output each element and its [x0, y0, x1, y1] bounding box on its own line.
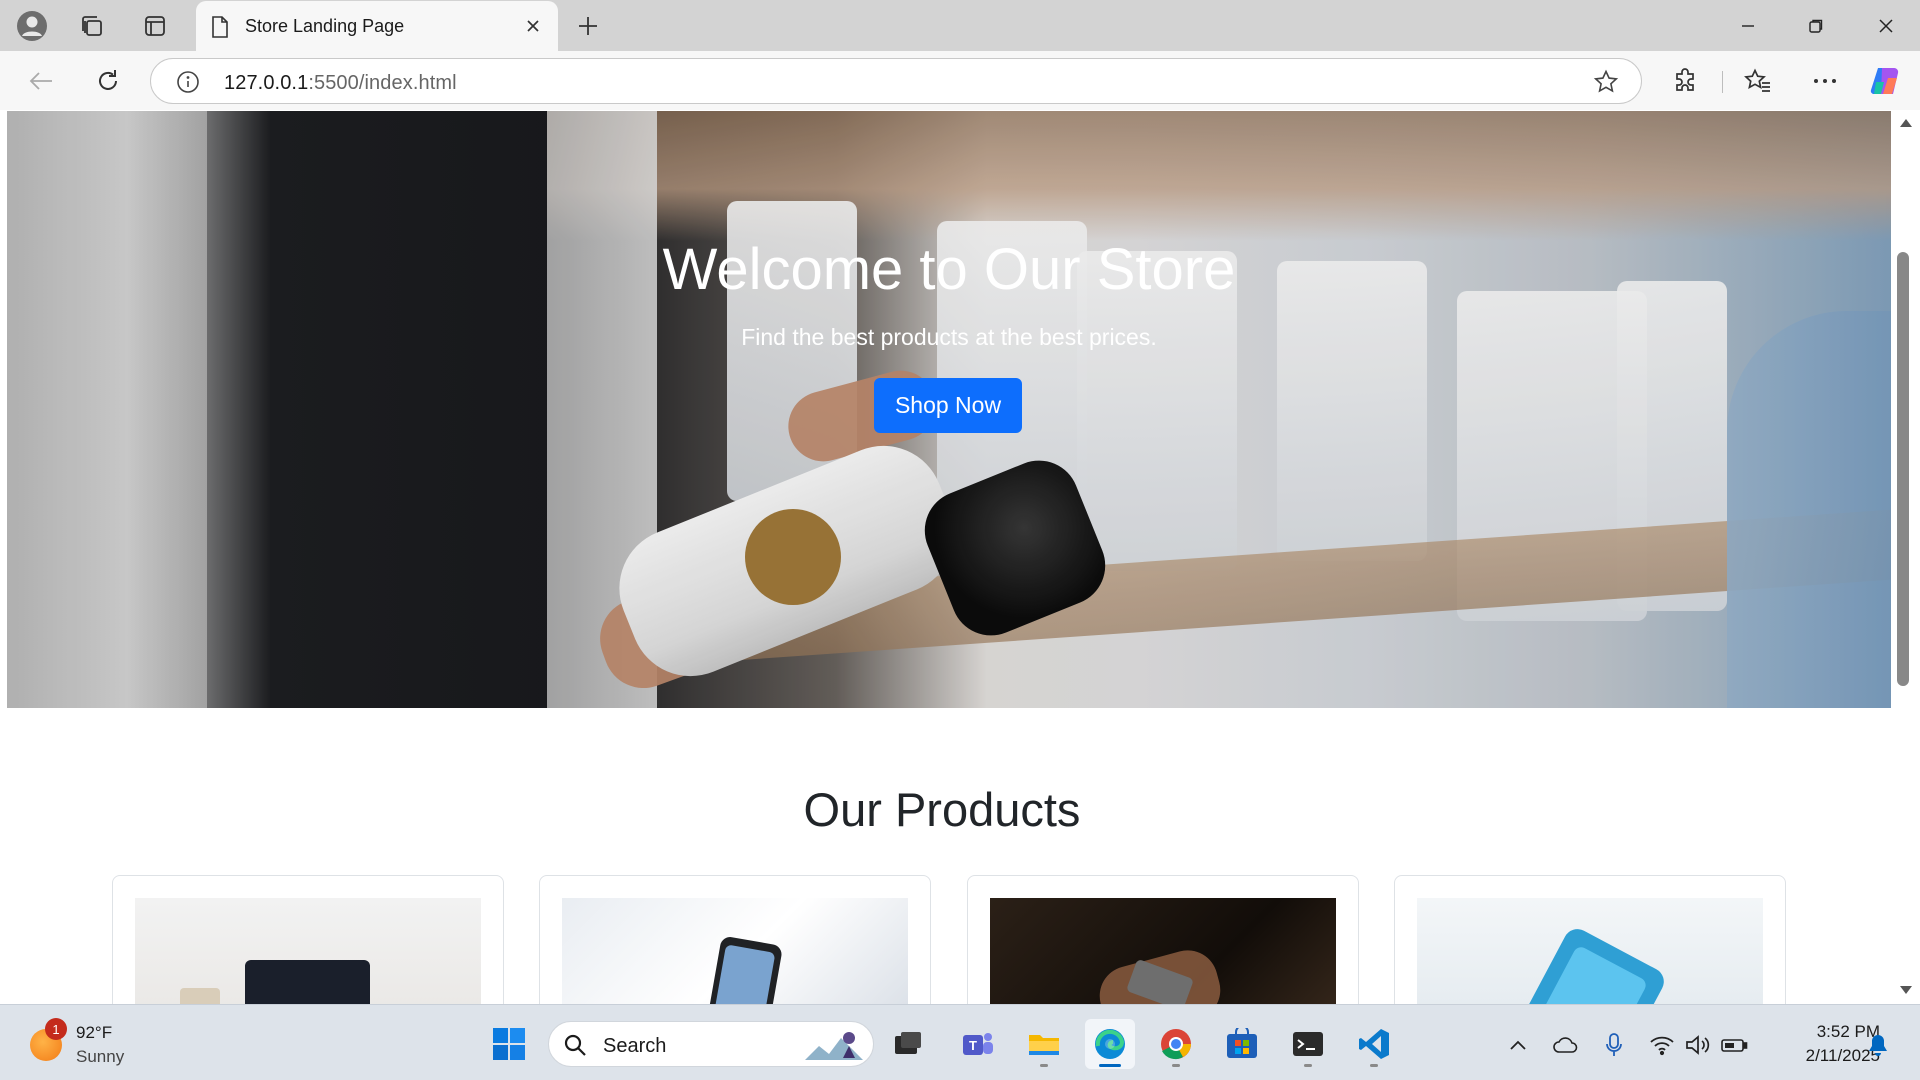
browser-toolbar: 127.0.0.1:5500/index.html: [0, 51, 1920, 110]
collections-icon[interactable]: [74, 8, 110, 44]
vscode-app-icon[interactable]: [1349, 1019, 1399, 1069]
running-indicator: [1040, 1064, 1048, 1067]
task-view-button[interactable]: [883, 1019, 933, 1069]
product-image-smartphone[interactable]: [1417, 898, 1763, 1004]
edge-app-icon[interactable]: [1085, 1019, 1135, 1069]
site-info-icon[interactable]: [176, 70, 200, 99]
weather-badge: 1: [45, 1018, 67, 1040]
restore-button[interactable]: [1782, 0, 1850, 51]
refresh-button[interactable]: [89, 62, 127, 100]
taskbar-search[interactable]: Search: [548, 1021, 874, 1067]
weather-condition[interactable]: Sunny: [76, 1047, 124, 1067]
product-card[interactable]: [112, 875, 504, 1004]
product-image-phone-in-hand[interactable]: [562, 898, 908, 1004]
scroll-down-arrow-icon[interactable]: [1899, 983, 1913, 997]
running-indicator: [1172, 1064, 1180, 1067]
product-card[interactable]: [967, 875, 1359, 1004]
scrollbar-thumb[interactable]: [1897, 252, 1909, 686]
notification-bell-icon[interactable]: [1864, 1031, 1892, 1059]
url-path: :5500/index.html: [308, 72, 457, 94]
hero-banner: Welcome to Our Store Find the best produ…: [7, 111, 1891, 708]
teams-app-icon[interactable]: T: [953, 1019, 1003, 1069]
windows-taskbar: 1 92°F Sunny Search T 3:52 PM 2/11/2025: [0, 1004, 1920, 1080]
page-scrollbar[interactable]: [1891, 110, 1920, 1004]
terminal-app-icon[interactable]: [1283, 1019, 1333, 1069]
search-highlight-illustration-icon: [805, 1032, 863, 1060]
search-label: Search: [603, 1035, 667, 1057]
back-button[interactable]: [22, 62, 60, 100]
product-card[interactable]: [1394, 875, 1786, 1004]
chevron-up-icon[interactable]: [1504, 1031, 1532, 1059]
microphone-icon[interactable]: [1600, 1031, 1628, 1059]
page-viewport: Welcome to Our Store Find the best produ…: [0, 110, 1920, 1004]
volume-icon[interactable]: [1684, 1031, 1712, 1059]
active-indicator: [1099, 1064, 1121, 1067]
shop-now-button[interactable]: Shop Now: [874, 378, 1022, 433]
tab-title: Store Landing Page: [245, 16, 405, 36]
address-bar[interactable]: 127.0.0.1:5500/index.html: [150, 58, 1642, 104]
weather-temperature[interactable]: 92°F: [76, 1023, 112, 1043]
close-tab-icon[interactable]: [516, 9, 550, 43]
tab-store-landing-page[interactable]: Store Landing Page: [196, 1, 558, 51]
url-host: 127.0.0.1: [224, 72, 309, 94]
favorites-icon[interactable]: [1739, 62, 1777, 100]
svg-text:T: T: [969, 1038, 977, 1053]
close-window-button[interactable]: [1852, 0, 1920, 51]
document-icon: [210, 15, 230, 44]
tab-actions-icon[interactable]: [137, 8, 173, 44]
running-indicator: [1370, 1064, 1378, 1067]
running-indicator: [1304, 1064, 1312, 1067]
minimize-button[interactable]: [1714, 0, 1782, 51]
product-image-phone-dark[interactable]: [990, 898, 1336, 1004]
url-text: 127.0.0.1:5500/index.html: [224, 72, 457, 95]
product-card[interactable]: [539, 875, 931, 1004]
battery-icon[interactable]: [1720, 1031, 1748, 1059]
profile-icon[interactable]: [14, 8, 50, 44]
copilot-icon[interactable]: [1866, 62, 1904, 100]
hero-title: Welcome to Our Store: [662, 237, 1236, 302]
search-icon: [563, 1033, 587, 1062]
onedrive-cloud-icon[interactable]: [1552, 1031, 1580, 1059]
wifi-icon[interactable]: [1648, 1031, 1676, 1059]
toolbar-separator: [1722, 71, 1723, 93]
start-button[interactable]: [484, 1019, 534, 1069]
products-heading: Our Products: [803, 783, 1081, 836]
browser-tab-strip: Store Landing Page: [0, 0, 1920, 51]
hero-subtitle: Find the best products at the best price…: [741, 324, 1157, 350]
extensions-icon[interactable]: [1666, 62, 1704, 100]
chrome-app-icon[interactable]: [1151, 1019, 1201, 1069]
scroll-up-arrow-icon[interactable]: [1899, 116, 1913, 130]
new-tab-button[interactable]: [570, 8, 606, 44]
product-image-laptop[interactable]: [135, 898, 481, 1004]
file-explorer-icon[interactable]: [1019, 1019, 1069, 1069]
favorite-star-icon[interactable]: [1593, 69, 1619, 100]
microsoft-store-icon[interactable]: [1217, 1019, 1267, 1069]
more-menu-icon[interactable]: [1806, 62, 1844, 100]
